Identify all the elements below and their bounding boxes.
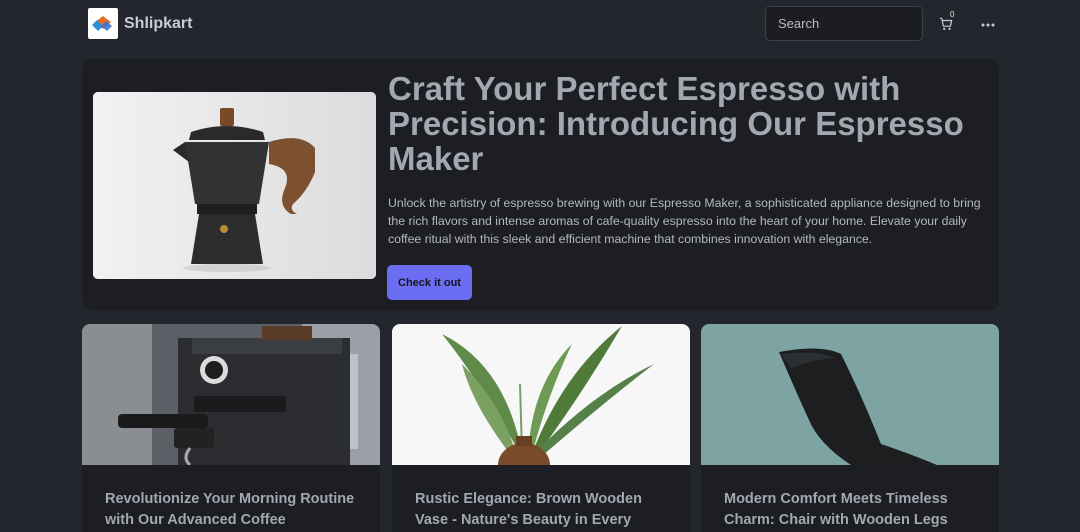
cart-count-badge: 0	[950, 10, 955, 19]
brand-name: Shlipkart	[124, 14, 193, 32]
product-card-chair[interactable]: Modern Comfort Meets Timeless Charm: Cha…	[701, 324, 999, 532]
hero-banner: Craft Your Perfect Espresso with Precisi…	[82, 59, 999, 310]
brand-link[interactable]: Shlipkart	[88, 8, 192, 39]
product-title: Revolutionize Your Morning Routine with …	[105, 491, 355, 528]
more-menu-button[interactable]	[977, 12, 999, 34]
product-card-wooden-vase[interactable]: Rustic Elegance: Brown Wooden Vase - Nat…	[392, 324, 690, 532]
search-input[interactable]	[765, 6, 923, 41]
more-icon	[981, 14, 995, 32]
product-image-chair	[701, 324, 999, 465]
hero-title: Craft Your Perfect Espresso with Precisi…	[388, 70, 964, 177]
product-image-wooden-vase	[392, 324, 690, 465]
hero-product-image	[93, 92, 376, 279]
cart-button[interactable]: 0	[936, 10, 958, 34]
product-title: Rustic Elegance: Brown Wooden Vase - Nat…	[415, 491, 642, 528]
page: Shlipkart 0	[0, 0, 1080, 532]
product-card-coffee-machine[interactable]: Revolutionize Your Morning Routine with …	[82, 324, 380, 532]
logo-icon	[88, 8, 118, 39]
hero-description: Unlock the artistry of espresso brewing …	[388, 196, 981, 246]
check-it-out-button[interactable]: Check it out	[387, 265, 472, 300]
navbar: Shlipkart 0	[0, 0, 1080, 48]
product-title: Modern Comfort Meets Timeless Charm: Cha…	[724, 491, 948, 528]
product-image-coffee-machine	[82, 324, 380, 465]
